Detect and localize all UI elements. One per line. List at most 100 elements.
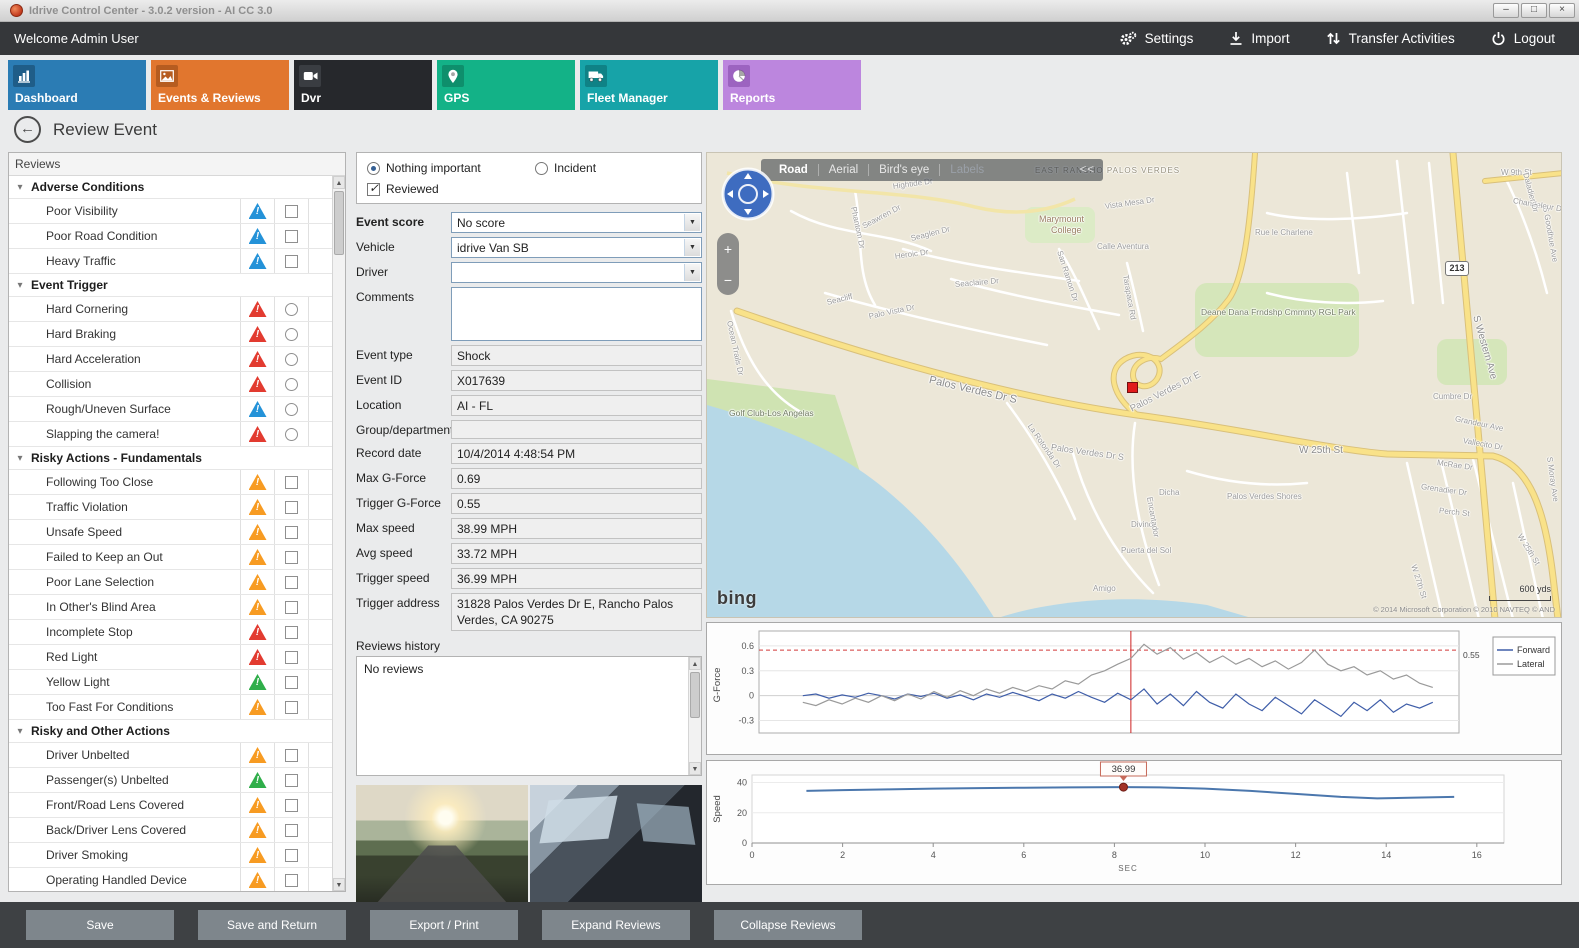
review-item-checkbox[interactable] (285, 576, 298, 589)
driver-select[interactable]: ▼ (451, 262, 702, 283)
maximize-button[interactable]: □ (1521, 3, 1547, 18)
warning-triangle-icon (249, 426, 267, 442)
save-button[interactable]: Save (26, 910, 174, 940)
tab-events[interactable]: Events & Reviews (151, 60, 289, 110)
scroll-up-icon[interactable]: ▲ (689, 657, 701, 670)
transfer-button[interactable]: Transfer Activities (1326, 31, 1455, 46)
map-view-aerial[interactable]: Aerial (819, 164, 868, 176)
review-item-checkbox[interactable] (285, 501, 298, 514)
expand-reviews-button[interactable]: Expand Reviews (542, 910, 690, 940)
spacer-column (308, 397, 332, 421)
review-item-checkbox[interactable] (285, 526, 298, 539)
review-item-checkbox[interactable] (285, 676, 298, 689)
review-item-checkbox[interactable] (285, 774, 298, 787)
severity-column (240, 322, 274, 346)
severity-column (240, 818, 274, 842)
reviews-scrollbar[interactable]: ▲ ▼ (332, 176, 345, 891)
review-item-radio[interactable] (285, 328, 298, 341)
review-item-radio[interactable] (285, 378, 298, 391)
review-item-row: Poor Lane Selection (9, 570, 332, 595)
review-item-radio[interactable] (285, 353, 298, 366)
map-street-label: Marymount (1039, 215, 1084, 224)
review-item-checkbox[interactable] (285, 701, 298, 714)
review-group-row[interactable]: ▾Risky and Other Actions (9, 720, 332, 743)
review-item-checkbox[interactable] (285, 651, 298, 664)
review-item-checkbox[interactable] (285, 601, 298, 614)
back-button[interactable]: ← (14, 116, 41, 143)
svg-text:0: 0 (749, 691, 754, 701)
save-return-button[interactable]: Save and Return (198, 910, 346, 940)
driver-camera-thumbnail[interactable] (530, 785, 702, 911)
review-item-row: Back/Driver Lens Covered (9, 818, 332, 843)
map-view-labels[interactable]: Labels (940, 164, 994, 176)
toolbar-collapse-button[interactable]: << (1080, 164, 1095, 176)
spacer-column (308, 249, 332, 273)
review-item-checkbox[interactable] (285, 874, 298, 887)
bing-map[interactable]: EAST RANCHO PALOS VERDESMarymountCollege… (706, 152, 1562, 618)
history-scrollbar[interactable]: ▲ ▼ (688, 657, 701, 775)
comments-textarea[interactable] (451, 287, 702, 341)
review-item-label: Red Light (9, 645, 240, 669)
zoom-out-button[interactable]: − (724, 273, 732, 287)
scrollbar-thumb[interactable] (334, 191, 344, 255)
severity-column (240, 397, 274, 421)
classification-radio[interactable] (367, 162, 380, 175)
classification-checkbox[interactable] (367, 183, 380, 196)
review-group-row[interactable]: ▾Risky Actions - Fundamentals (9, 447, 332, 470)
map-compass-control[interactable] (721, 167, 775, 221)
review-item-checkbox[interactable] (285, 849, 298, 862)
review-item-radio[interactable] (285, 303, 298, 316)
road-camera-thumbnail[interactable] (356, 785, 528, 911)
import-button[interactable]: Import (1229, 31, 1289, 46)
review-item-checkbox[interactable] (285, 255, 298, 268)
tab-dvr[interactable]: Dvr (294, 60, 432, 110)
tab-dashboard[interactable]: Dashboard (8, 60, 146, 110)
svg-text:0.3: 0.3 (741, 666, 754, 676)
review-item-checkbox[interactable] (285, 799, 298, 812)
review-group-row[interactable]: ▾Event Trigger (9, 274, 332, 297)
reviews-history-list[interactable]: No reviews ▲ ▼ (356, 656, 702, 776)
settings-button[interactable]: Settings (1119, 31, 1194, 47)
zoom-in-button[interactable]: + (724, 242, 732, 256)
close-button[interactable]: × (1549, 3, 1575, 18)
review-item-checkbox[interactable] (285, 230, 298, 243)
collapse-caret-icon[interactable]: ▾ (9, 182, 31, 193)
spacer-column (308, 199, 332, 223)
scroll-up-icon[interactable]: ▲ (333, 176, 345, 189)
collapse-caret-icon[interactable]: ▾ (9, 280, 31, 291)
review-group-row[interactable]: ▾Adverse Conditions (9, 176, 332, 199)
map-view-bird-s-eye[interactable]: Bird's eye (869, 164, 939, 176)
tab-gps[interactable]: GPS (437, 60, 575, 110)
scroll-down-icon[interactable]: ▼ (333, 878, 345, 891)
spacer-column (308, 620, 332, 644)
vehicle-select[interactable]: idrive Van SB▼ (451, 237, 702, 258)
minimize-button[interactable]: – (1493, 3, 1519, 18)
review-item-checkbox[interactable] (285, 476, 298, 489)
scroll-down-icon[interactable]: ▼ (689, 762, 701, 775)
export-print-button[interactable]: Export / Print (370, 910, 518, 940)
severity-column (240, 224, 274, 248)
collapse-caret-icon[interactable]: ▾ (9, 453, 31, 464)
review-item-checkbox[interactable] (285, 749, 298, 762)
tab-fleet[interactable]: Fleet Manager (580, 60, 718, 110)
warning-triangle-icon (249, 599, 267, 615)
review-item-radio[interactable] (285, 428, 298, 441)
map-view-road[interactable]: Road (769, 164, 818, 176)
map-street-label: Deane Dana Frndshp Cmmnty RGL Park (1201, 308, 1356, 317)
collapse-caret-icon[interactable]: ▾ (9, 726, 31, 737)
field-control (451, 420, 702, 439)
event-score-select[interactable]: No score▼ (451, 212, 702, 233)
logout-button[interactable]: Logout (1491, 31, 1555, 46)
tab-reports[interactable]: Reports (723, 60, 861, 110)
event-location-marker[interactable] (1127, 382, 1138, 393)
svg-text:0.6: 0.6 (741, 641, 754, 651)
review-item-checkbox[interactable] (285, 205, 298, 218)
classification-radio[interactable] (535, 162, 548, 175)
review-item-checkbox[interactable] (285, 551, 298, 564)
trigger-address-value: 31828 Palos Verdes Dr E, Rancho Palos Ve… (451, 593, 702, 631)
review-item-radio[interactable] (285, 403, 298, 416)
collapse-reviews-button[interactable]: Collapse Reviews (714, 910, 862, 940)
review-item-checkbox[interactable] (285, 824, 298, 837)
review-item-checkbox[interactable] (285, 626, 298, 639)
review-item-row: Hard Cornering (9, 297, 332, 322)
